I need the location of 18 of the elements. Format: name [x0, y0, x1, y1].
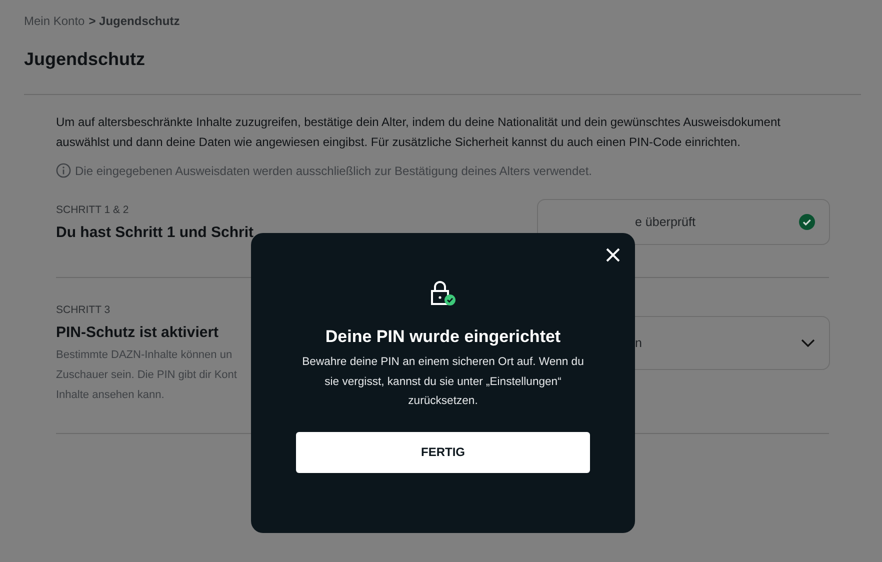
- step-heading: Du hast Schritt 1 und Schrit: [56, 224, 254, 241]
- lock-check-icon: [429, 281, 457, 307]
- breadcrumb-link[interactable]: > Jugendschutz: [88, 14, 180, 28]
- dropdown-text: n: [635, 336, 642, 350]
- step-description-line: Bestimmte DAZN-Inhalte können un: [56, 349, 232, 361]
- page-title: Jugendschutz: [24, 49, 146, 71]
- step-description-line: Inhalte ansehen kann.: [56, 389, 164, 401]
- done-button[interactable]: FERTIG: [296, 432, 590, 472]
- status-text: e überprüft: [635, 215, 696, 229]
- info-note: Die eingegebenen Ausweisdaten werden ausschließlich zur Bestätigung deines Alters verwendet.: [75, 164, 592, 178]
- step-label: SCHRITT 3: [56, 304, 112, 316]
- close-button[interactable]: [605, 247, 621, 263]
- intro-text: Um auf altersbeschränkte Inhalte zuzugreifen, bestätige dein Alter, indem du deine Nationalität und dein gewünschtes Ausweisdokument auswählst und dann deine Daten wie angewiesen eingibst. Für zusätzliche Sicherheit kannst du auch einen PIN-Code einrichten.: [56, 114, 782, 151]
- step-description-line: Zuschauer sein. Die PIN gibt dir Kont: [56, 369, 237, 381]
- step-heading: PIN-Schutz ist aktiviert: [56, 324, 219, 341]
- info-icon: [56, 163, 71, 178]
- breadcrumb-link[interactable]: Mein Konto: [24, 14, 85, 28]
- step-label: SCHRITT 1 & 2: [56, 204, 130, 216]
